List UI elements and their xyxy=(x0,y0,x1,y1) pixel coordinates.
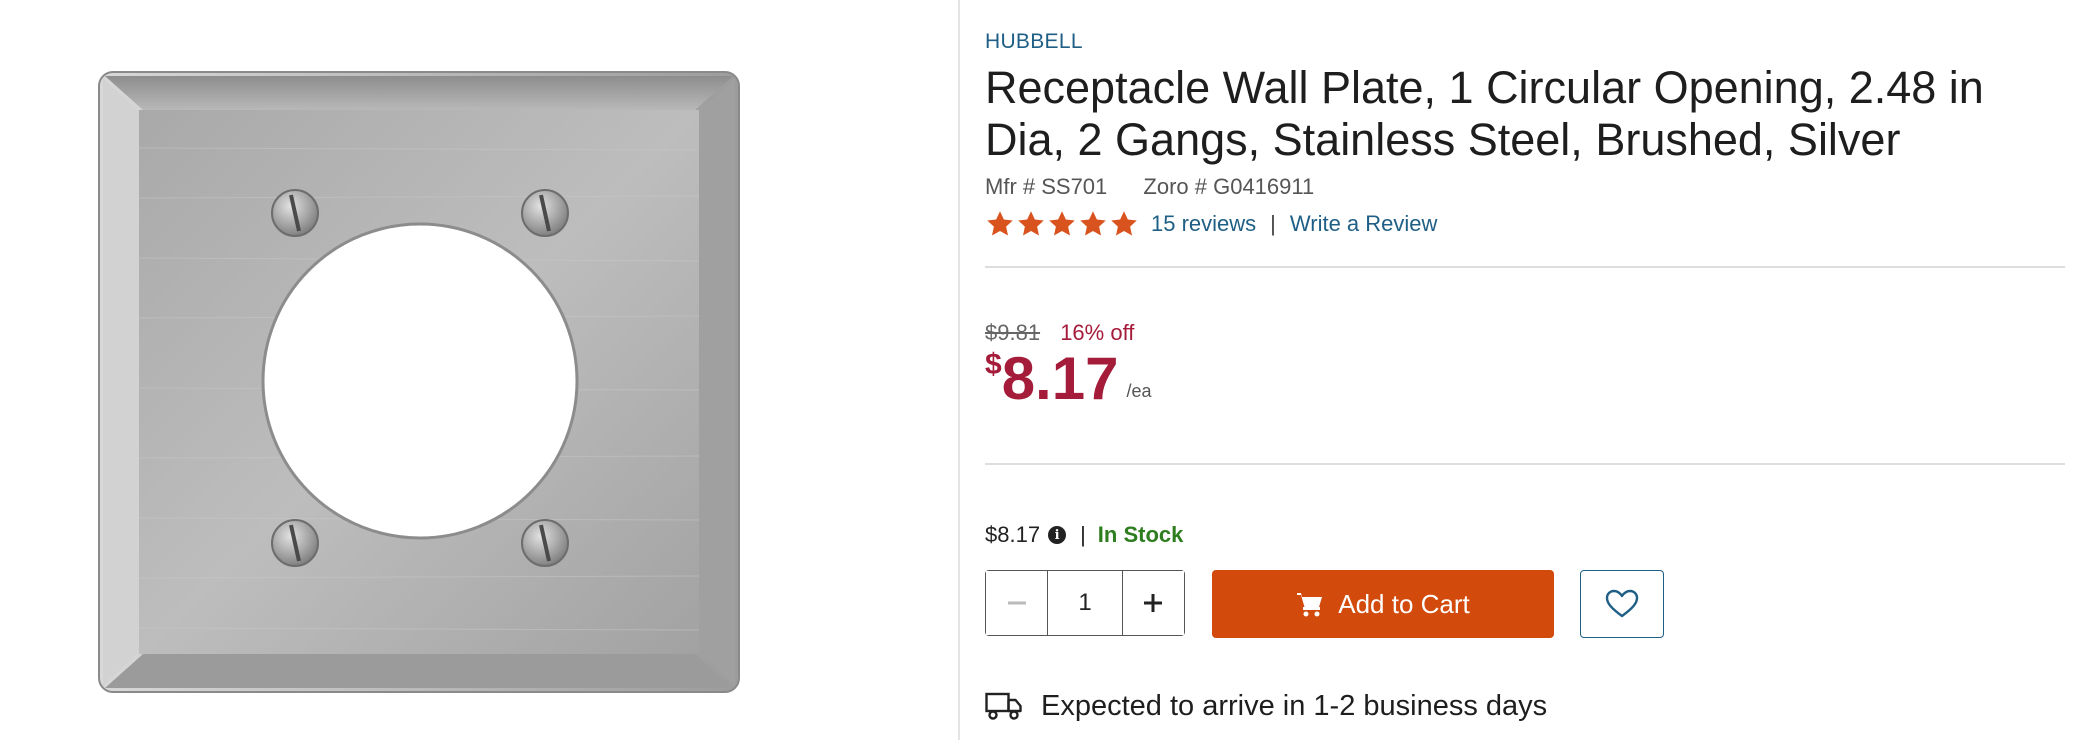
stock-status: In Stock xyxy=(1097,522,1184,547)
add-to-cart-button[interactable]: Add to Cart xyxy=(1212,570,1554,638)
favorite-button[interactable] xyxy=(1580,570,1664,638)
reviews-link[interactable]: 15 reviews xyxy=(1151,211,1256,237)
rating-row: 15 reviews | Write a Review xyxy=(985,206,1437,242)
minus-icon xyxy=(1007,601,1026,605)
add-to-cart-label: Add to Cart xyxy=(1338,588,1470,619)
price-currency: $ xyxy=(985,348,1002,381)
mfr-number: Mfr # SS701 xyxy=(985,174,1108,199)
stock-row: $8.17 i | In Stock xyxy=(985,520,1183,550)
star-icon xyxy=(1111,211,1137,236)
heart-icon xyxy=(1605,589,1639,618)
plus-icon xyxy=(1144,594,1163,612)
price-unit: /ea xyxy=(1126,381,1152,401)
screw-bottom-right xyxy=(521,519,569,567)
quantity-increment-button[interactable] xyxy=(1122,571,1184,635)
write-review-link[interactable]: Write a Review xyxy=(1290,211,1438,237)
star-rating[interactable] xyxy=(985,209,1139,239)
price: $ 8.17 /ea xyxy=(985,344,1152,414)
pane-divider xyxy=(958,0,960,740)
stock-price: $8.17 xyxy=(985,522,1041,547)
product-image[interactable] xyxy=(95,68,743,696)
was-price-row: $9.81 16% off xyxy=(985,320,1134,346)
quantity-input[interactable]: 1 xyxy=(1047,571,1123,635)
delivery-estimate: Expected to arrive in 1-2 business days xyxy=(985,686,1547,726)
divider xyxy=(985,463,2065,465)
divider xyxy=(985,266,2065,268)
price-amount: 8.17 xyxy=(1001,345,1119,412)
screw-top-right xyxy=(521,189,569,237)
screw-bottom-left xyxy=(271,519,319,567)
was-price: $9.81 xyxy=(985,320,1041,345)
quantity-decrement-button[interactable] xyxy=(986,571,1048,635)
product-image-pane xyxy=(0,0,958,740)
screw-top-left xyxy=(271,189,319,237)
shopping-cart-icon xyxy=(1297,593,1323,617)
quantity-stepper: 1 xyxy=(985,570,1185,636)
star-icon xyxy=(1018,211,1044,236)
star-icon xyxy=(1080,211,1106,236)
stock-separator: | xyxy=(1080,522,1086,547)
rating-separator: | xyxy=(1270,211,1276,236)
zoro-number: Zoro # G0416911 xyxy=(1143,174,1315,199)
product-ids: Mfr # SS701 Zoro # G0416911 xyxy=(985,174,1314,200)
truck-icon xyxy=(985,692,1022,720)
star-icon xyxy=(1049,211,1075,236)
brand-link[interactable]: HUBBELL xyxy=(985,30,1083,54)
product-title: Receptacle Wall Plate, 1 Circular Openin… xyxy=(985,62,1984,165)
delivery-text: Expected to arrive in 1-2 business days xyxy=(1041,689,1548,722)
discount-label: 16% off xyxy=(1060,320,1135,345)
star-icon xyxy=(987,211,1013,236)
info-circle-icon[interactable]: i xyxy=(1048,526,1067,544)
